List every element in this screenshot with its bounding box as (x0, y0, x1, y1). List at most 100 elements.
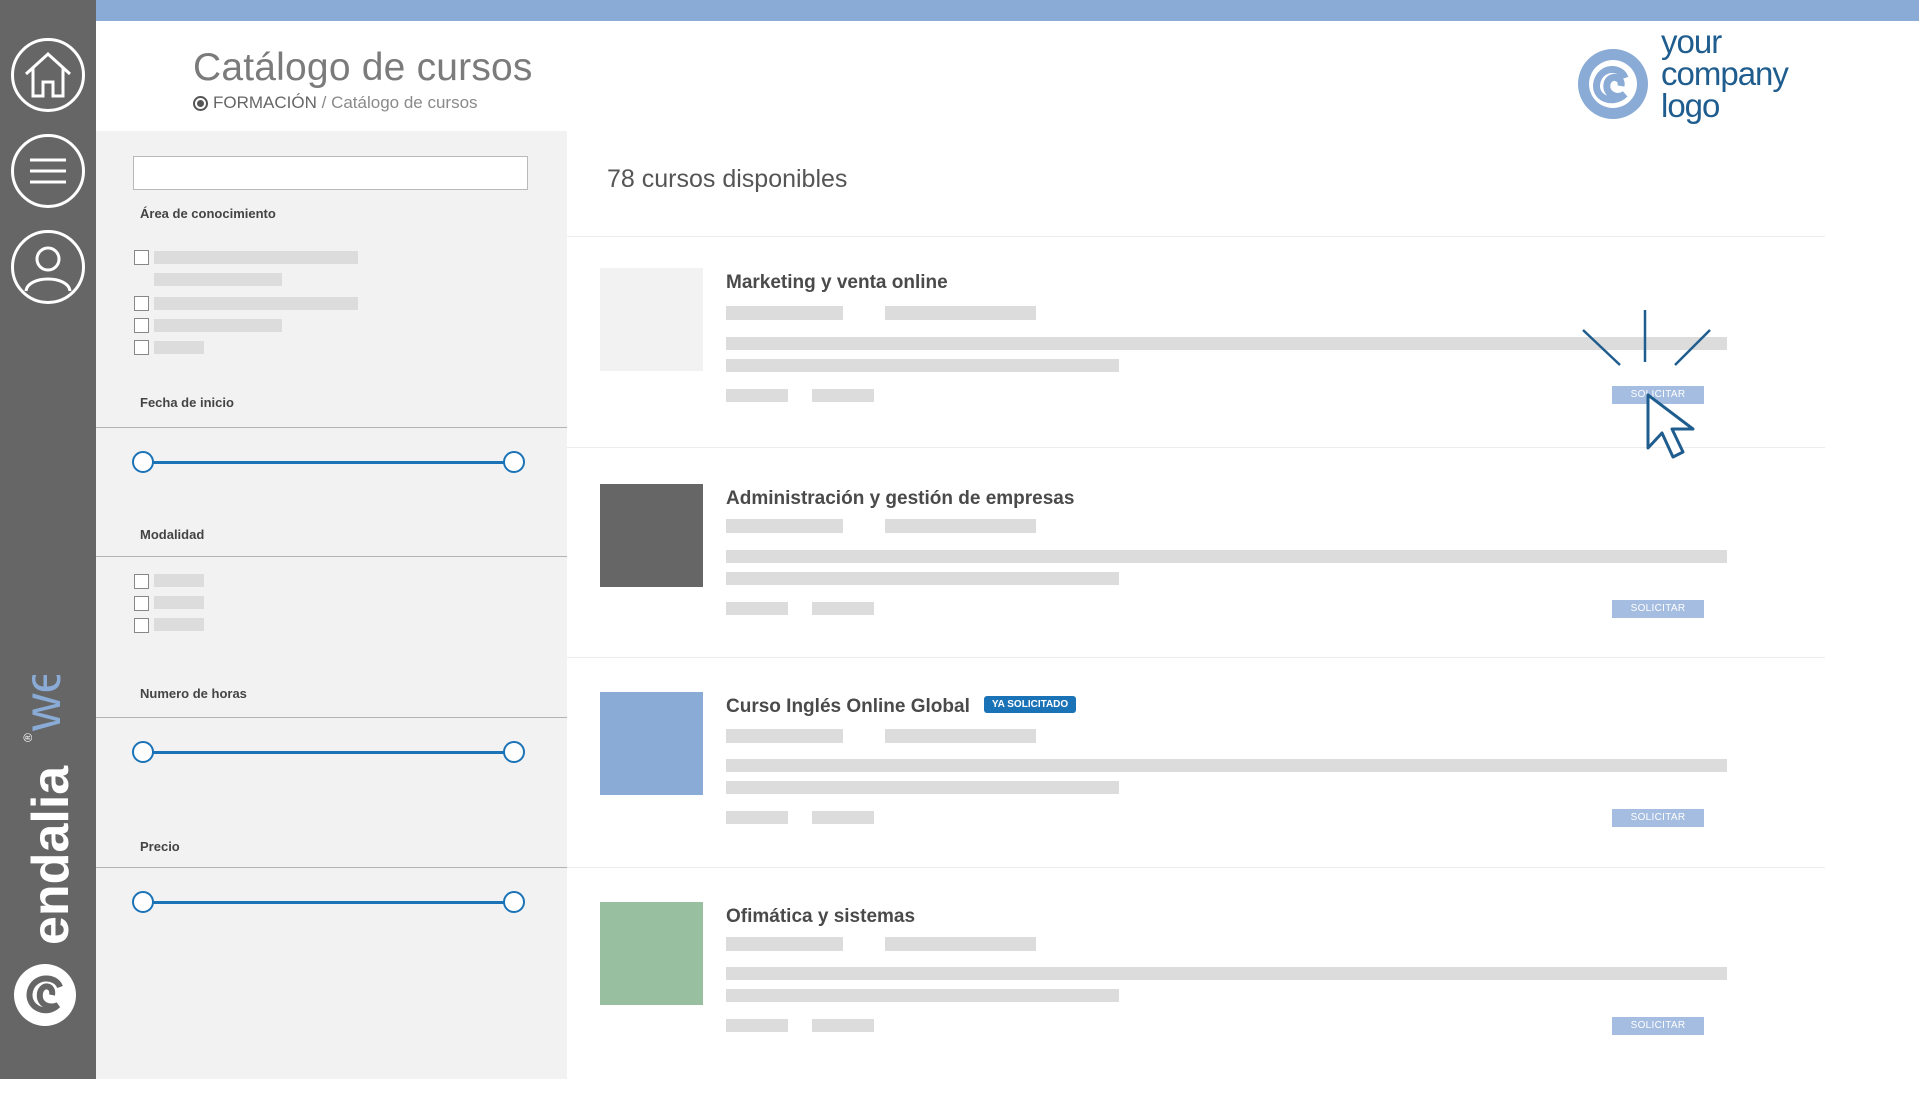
slider-min-handle[interactable] (132, 451, 154, 473)
course-thumbnail (600, 268, 703, 371)
meta-placeholder (726, 519, 843, 533)
course-card[interactable]: Curso Inglés Online Global YA SOLICITADO … (600, 692, 1825, 892)
divider (96, 556, 567, 557)
slider-track (143, 901, 514, 904)
area-option-placeholder (154, 273, 282, 286)
meta-placeholder (885, 937, 1036, 951)
left-rail: endalia web ® (0, 0, 96, 1079)
modalidad-option-placeholder (154, 574, 204, 587)
divider (96, 867, 567, 868)
endalia-mark-icon (14, 964, 76, 1026)
course-thumbnail (600, 484, 703, 587)
tag-placeholder (812, 811, 874, 824)
course-title[interactable]: Administración y gestión de empresas (726, 488, 1074, 510)
area-checkbox[interactable] (134, 250, 149, 265)
tag-placeholder (812, 389, 874, 402)
course-thumbnail (600, 692, 703, 795)
slider-track (143, 461, 514, 464)
modalidad-checkbox[interactable] (134, 618, 149, 633)
filter-fecha-label: Fecha de inicio (140, 395, 234, 410)
solicitar-button[interactable]: SOLICITAR (1612, 600, 1704, 618)
area-option-placeholder (154, 251, 358, 264)
description-placeholder (726, 967, 1727, 980)
fecha-range-slider[interactable] (132, 451, 525, 473)
description-placeholder (726, 337, 1727, 350)
filter-area-label: Área de conocimiento (140, 206, 276, 221)
precio-range-slider[interactable] (132, 891, 525, 913)
company-logo: your company logo (1575, 23, 1795, 130)
description-placeholder (726, 572, 1119, 585)
course-card[interactable]: Marketing y venta online SOLICITAR (600, 268, 1825, 468)
divider (567, 447, 1825, 448)
filter-modalidad-label: Modalidad (140, 527, 205, 542)
slider-max-handle[interactable] (503, 451, 525, 473)
logo-line-1: your (1661, 23, 1722, 60)
slider-max-handle[interactable] (503, 741, 525, 763)
meta-placeholder (885, 729, 1036, 743)
slider-min-handle[interactable] (132, 741, 154, 763)
description-placeholder (726, 759, 1727, 772)
brand-registered: ® (21, 733, 35, 742)
divider (96, 427, 567, 428)
description-placeholder (726, 989, 1119, 1002)
modalidad-checkbox[interactable] (134, 596, 149, 611)
solicitar-button[interactable]: SOLICITAR (1612, 809, 1704, 827)
area-option-placeholder (154, 319, 282, 332)
divider (96, 717, 567, 718)
course-title[interactable]: Ofimática y sistemas (726, 906, 915, 928)
description-placeholder (726, 359, 1119, 372)
home-button[interactable] (11, 38, 85, 112)
tag-placeholder (726, 811, 788, 824)
brand-bold-text: endalia (22, 765, 80, 945)
divider (567, 657, 1825, 658)
horas-range-slider[interactable] (132, 741, 525, 763)
solicitar-button[interactable]: SOLICITAR (1612, 1017, 1704, 1035)
tag-placeholder (726, 1019, 788, 1032)
description-placeholder (726, 781, 1119, 794)
home-icon (24, 51, 72, 98)
course-title[interactable]: Marketing y venta online (726, 272, 948, 294)
tag-placeholder (812, 602, 874, 615)
page-title: Catálogo de cursos (193, 46, 533, 89)
filter-horas-label: Numero de horas (140, 686, 247, 701)
menu-button[interactable] (11, 134, 85, 208)
area-checkbox[interactable] (134, 296, 149, 311)
course-card[interactable]: Ofimática y sistemas SOLICITAR (600, 902, 1825, 1102)
slider-min-handle[interactable] (132, 891, 154, 913)
area-option-placeholder (154, 341, 204, 354)
modalidad-option-placeholder (154, 596, 204, 609)
search-input[interactable] (133, 156, 528, 190)
company-logo-text: your company logo (1661, 23, 1789, 124)
breadcrumb-root[interactable]: FORMACIÓN (213, 93, 317, 113)
course-title[interactable]: Curso Inglés Online Global YA SOLICITADO (726, 696, 1077, 718)
logo-line-2: company (1661, 55, 1789, 92)
meta-placeholder (726, 306, 843, 320)
slider-track (143, 751, 514, 754)
area-checkbox[interactable] (134, 340, 149, 355)
top-bar (96, 0, 1919, 21)
tag-placeholder (812, 1019, 874, 1032)
divider (567, 236, 1825, 237)
company-logo-icon (1578, 49, 1648, 119)
filter-precio-label: Precio (140, 839, 180, 854)
meta-placeholder (726, 937, 843, 951)
user-button[interactable] (11, 230, 85, 304)
breadcrumb-separator: / (316, 93, 332, 112)
slider-max-handle[interactable] (503, 891, 525, 913)
area-checkbox[interactable] (134, 318, 149, 333)
endalia-brand: endalia web ® (10, 636, 86, 1035)
area-option-placeholder (154, 297, 358, 310)
breadcrumb: FORMACIÓN / Catálogo de cursos (193, 93, 478, 113)
tag-placeholder (726, 602, 788, 615)
brand-light-text: web (14, 675, 72, 732)
logo-line-3: logo (1661, 87, 1720, 124)
divider (567, 867, 1825, 868)
modalidad-checkbox[interactable] (134, 574, 149, 589)
description-placeholder (726, 550, 1727, 563)
meta-placeholder (726, 729, 843, 743)
tag-placeholder (726, 389, 788, 402)
breadcrumb-current: Catálogo de cursos (331, 93, 478, 112)
course-card[interactable]: Administración y gestión de empresas SOL… (600, 484, 1825, 684)
meta-placeholder (885, 306, 1036, 320)
solicitar-button[interactable]: SOLICITAR (1612, 386, 1704, 404)
